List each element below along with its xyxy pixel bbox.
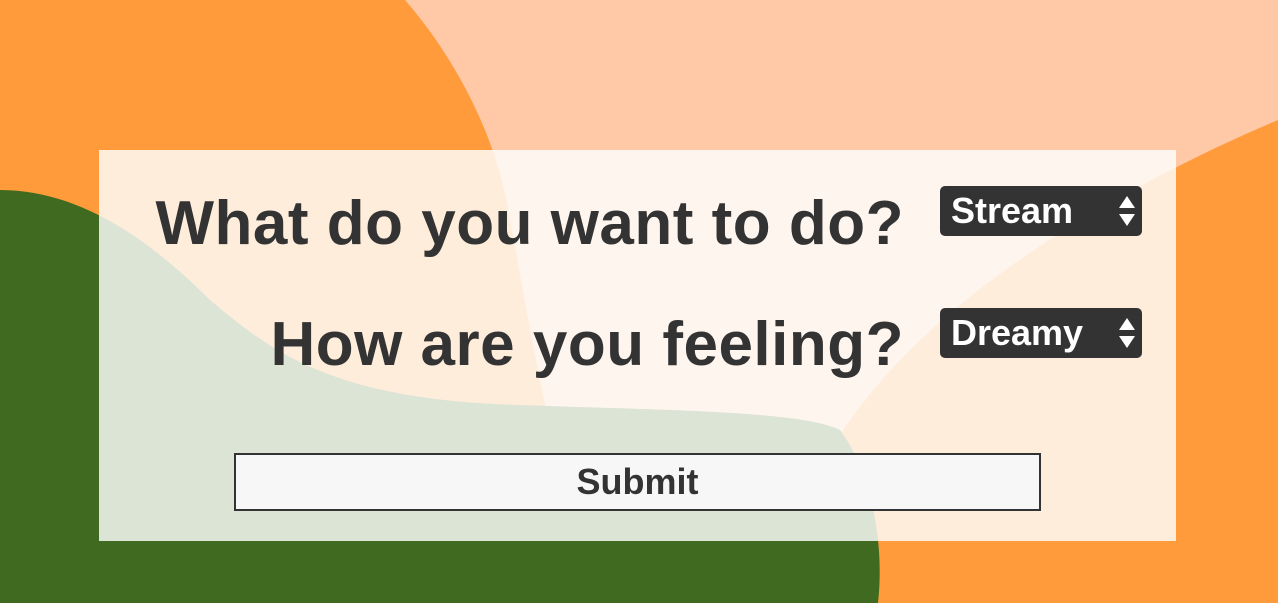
activity-select-value: Stream <box>951 190 1074 231</box>
activity-select[interactable]: Stream <box>940 186 1142 236</box>
question-form-panel: What do you want to do? Stream How are y… <box>99 150 1176 541</box>
submit-button[interactable]: Submit <box>234 453 1041 511</box>
mood-select[interactable]: Dreamy <box>940 308 1142 358</box>
mood-select-value: Dreamy <box>951 312 1084 353</box>
activity-question-label: What do you want to do? <box>155 189 904 258</box>
select-arrows-icon <box>1119 318 1135 348</box>
mood-question-label: How are you feeling? <box>270 310 904 379</box>
select-arrows-icon <box>1119 196 1135 226</box>
